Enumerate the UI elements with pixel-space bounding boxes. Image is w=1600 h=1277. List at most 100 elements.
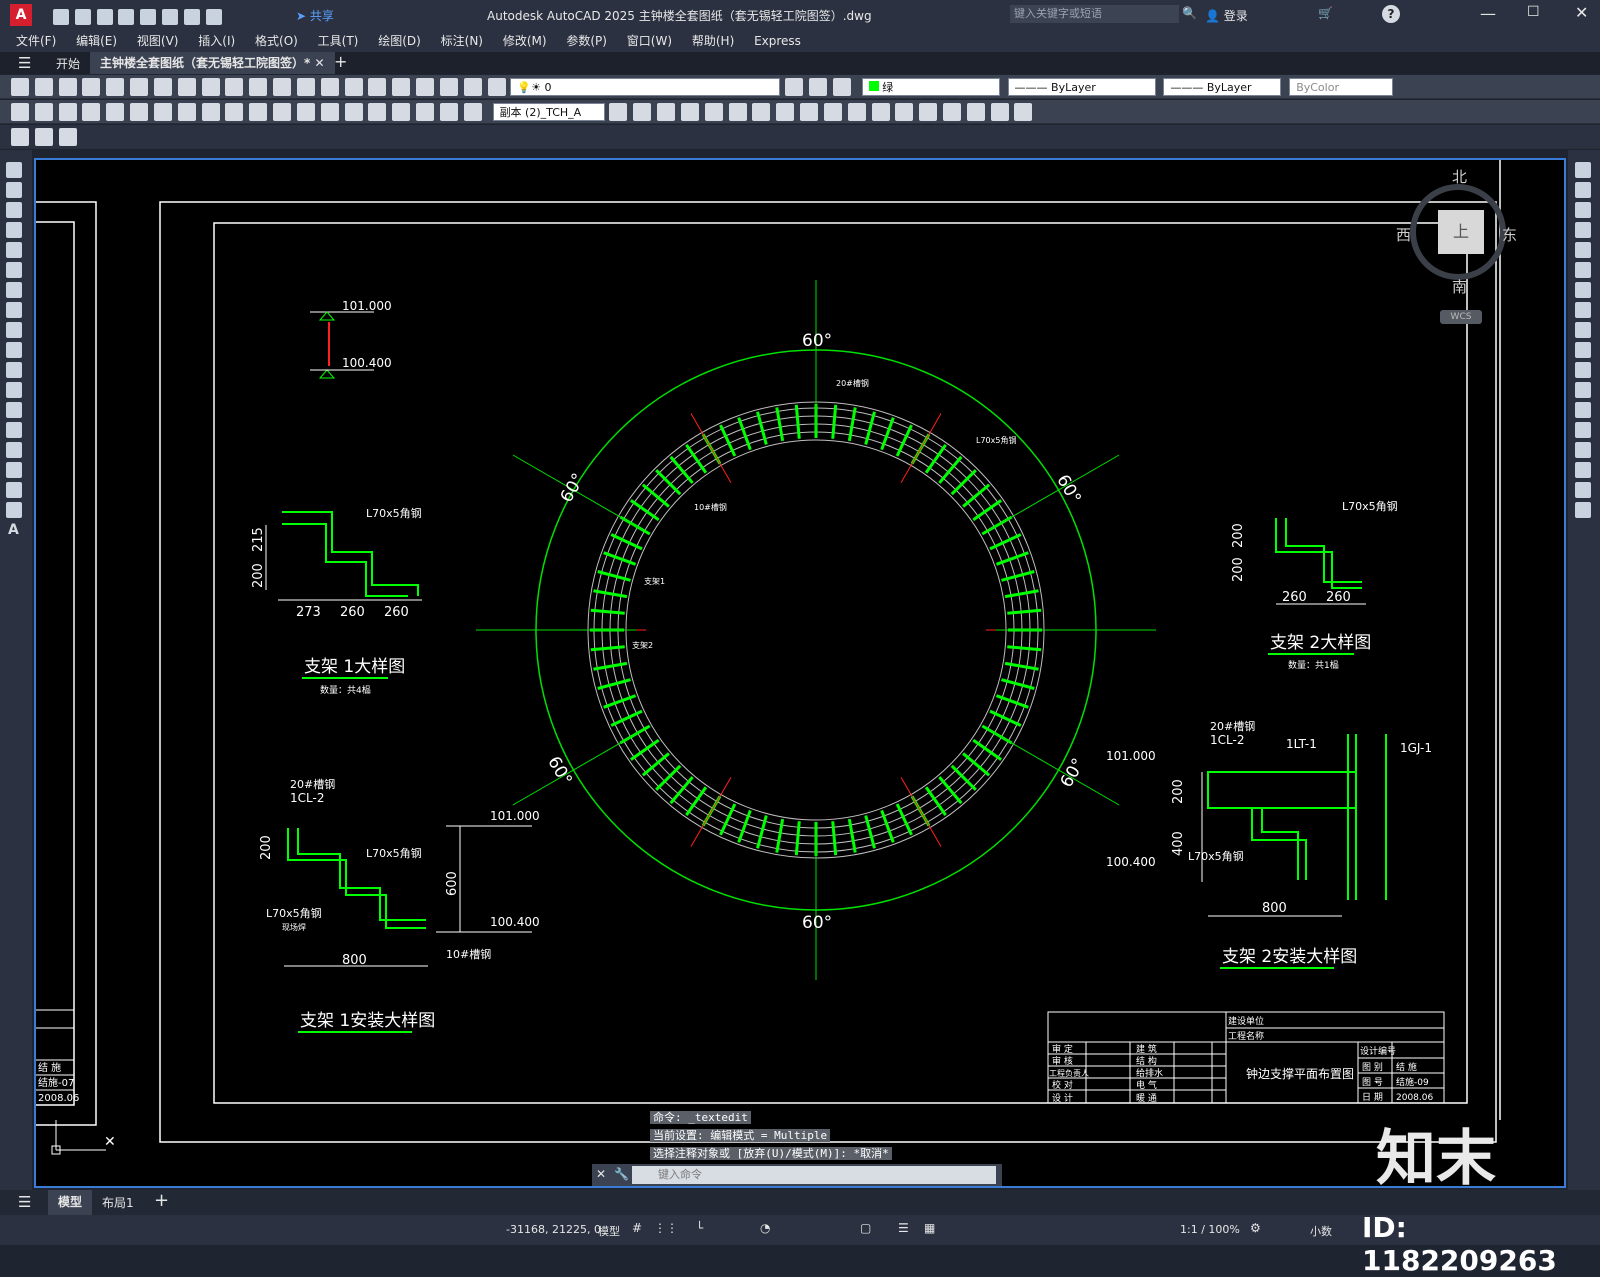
center-mark-icon[interactable]: [344, 103, 363, 121]
explode-icon[interactable]: [1575, 502, 1591, 518]
slice-icon[interactable]: [847, 103, 866, 121]
grid-icon[interactable]: #: [632, 1221, 642, 1235]
menu-tools[interactable]: 工具(T): [310, 30, 367, 52]
print-icon[interactable]: [162, 9, 179, 25]
save-icon[interactable]: [58, 78, 77, 96]
redo-icon[interactable]: [273, 78, 292, 96]
menu-modify[interactable]: 修改(M): [495, 30, 555, 52]
menu-format[interactable]: 格式(O): [247, 30, 306, 52]
wcs-badge[interactable]: WCS: [1440, 310, 1482, 324]
tool-palette-icon[interactable]: [416, 78, 435, 96]
menu-help[interactable]: 帮助(H): [684, 30, 742, 52]
table-icon[interactable]: [6, 502, 22, 518]
dim-text-edit-icon[interactable]: [439, 103, 458, 121]
osnap-icon[interactable]: ▢: [860, 1221, 871, 1235]
arc-length-icon[interactable]: [58, 103, 77, 121]
space-icon[interactable]: [273, 103, 292, 121]
print-icon[interactable]: [82, 78, 101, 96]
save-icon[interactable]: [96, 9, 113, 25]
plotstyle-dropdown[interactable]: ByColor: [1289, 78, 1394, 96]
menu-express[interactable]: Express: [746, 30, 809, 52]
tab-active-drawing[interactable]: 主钟楼全套图纸（套无锡轻工院图签）* ✕: [90, 52, 335, 74]
layer-manager-icon[interactable]: [487, 78, 506, 96]
app-logo[interactable]: A: [10, 4, 32, 26]
revolve-icon[interactable]: [752, 103, 771, 121]
copy-icon[interactable]: [177, 78, 196, 96]
block-editor-icon[interactable]: [11, 128, 29, 146]
array-icon[interactable]: [1575, 242, 1591, 258]
sphere-icon[interactable]: [704, 103, 723, 121]
ellipse-arc-icon[interactable]: [6, 362, 22, 378]
undo-icon[interactable]: [183, 9, 200, 25]
angular-icon[interactable]: [177, 103, 196, 121]
viewcube-west[interactable]: 西: [1396, 224, 1411, 245]
lights-icon[interactable]: [966, 103, 985, 121]
transparency-icon[interactable]: ▦: [924, 1221, 935, 1235]
undo-icon[interactable]: [249, 78, 268, 96]
aligned-dim-icon[interactable]: [34, 103, 53, 121]
viewcube-east[interactable]: 东: [1502, 224, 1517, 245]
blend-icon[interactable]: [1575, 482, 1591, 498]
copy-object-icon[interactable]: [1575, 182, 1591, 198]
tab-model[interactable]: 模型: [48, 1190, 93, 1215]
tab-start[interactable]: 开始: [56, 55, 80, 72]
extrude-icon[interactable]: [728, 103, 747, 121]
publish-icon[interactable]: [130, 78, 149, 96]
layer-prev-icon[interactable]: [785, 78, 804, 96]
units-button[interactable]: 小数: [1310, 1223, 1332, 1239]
cart-icon[interactable]: 🛒: [1318, 6, 1333, 20]
viewcube-top-face[interactable]: 上: [1438, 210, 1484, 254]
move3d-icon[interactable]: [871, 103, 890, 121]
cut-icon[interactable]: [153, 78, 172, 96]
layer-dropdown[interactable]: 💡☀ 0: [510, 78, 781, 96]
menu-draw[interactable]: 绘图(D): [370, 30, 429, 52]
minimize-button[interactable]: —: [1480, 4, 1496, 23]
new-icon[interactable]: [11, 78, 29, 96]
ellipse-icon[interactable]: [6, 342, 22, 358]
continue-icon[interactable]: [249, 103, 268, 121]
menu-file[interactable]: 文件(F): [8, 30, 64, 52]
join-icon[interactable]: [1575, 422, 1591, 438]
share-button[interactable]: ➤ 共享: [296, 7, 334, 24]
lineweight-icon[interactable]: ☰: [898, 1221, 909, 1235]
open-icon[interactable]: [74, 9, 91, 25]
break-point-icon[interactable]: [1575, 382, 1591, 398]
command-settings-icon[interactable]: 🔧: [614, 1167, 629, 1181]
revcloud-icon[interactable]: [6, 302, 22, 318]
plot-icon[interactable]: [140, 9, 157, 25]
subtract-icon[interactable]: [800, 103, 819, 121]
layout-menu-icon[interactable]: ☰: [18, 1193, 31, 1211]
menu-edit[interactable]: 编辑(E): [68, 30, 125, 52]
snap-icon[interactable]: ⋮⋮: [654, 1221, 678, 1235]
render-icon[interactable]: [919, 103, 938, 121]
rotate3d-icon[interactable]: [895, 103, 914, 121]
menu-parametric[interactable]: 参数(P): [558, 30, 615, 52]
union-icon[interactable]: [776, 103, 795, 121]
design-center-icon[interactable]: [392, 78, 411, 96]
mtext-icon[interactable]: A: [8, 522, 24, 538]
point-icon[interactable]: [6, 422, 22, 438]
circle-icon[interactable]: [6, 282, 22, 298]
command-input[interactable]: 键入命令: [632, 1166, 996, 1184]
drawing-canvas[interactable]: 结 施 结施-07 2008.06 60° 60° 60° 60° 60° 60…: [34, 158, 1566, 1194]
hamburger-menu-icon[interactable]: ☰: [18, 54, 31, 72]
login-button[interactable]: 👤 登录: [1205, 7, 1248, 24]
open-icon[interactable]: [34, 78, 53, 96]
text-style-dropdown[interactable]: 副本 (2)_TCH_A: [492, 103, 605, 121]
gradient-icon[interactable]: [6, 462, 22, 478]
baseline-icon[interactable]: [225, 103, 244, 121]
properties-icon[interactable]: [368, 78, 387, 96]
search-input[interactable]: 键入关键字或短语: [1010, 5, 1179, 23]
scale-icon[interactable]: [1575, 302, 1591, 318]
trim-icon[interactable]: [1575, 342, 1591, 358]
paste-icon[interactable]: [201, 78, 220, 96]
attribute-icon[interactable]: [58, 128, 77, 146]
tab-close-icon[interactable]: ✕: [314, 56, 324, 70]
viewcube[interactable]: 北 南 西 东 上 WCS: [1396, 168, 1520, 324]
insert-block-icon[interactable]: [6, 382, 22, 398]
erase-icon[interactable]: [1575, 162, 1591, 178]
new-tab-button[interactable]: +: [334, 52, 347, 71]
maximize-button[interactable]: ☐: [1527, 4, 1540, 20]
menu-insert[interactable]: 插入(I): [190, 30, 243, 52]
box-icon[interactable]: [633, 103, 652, 121]
